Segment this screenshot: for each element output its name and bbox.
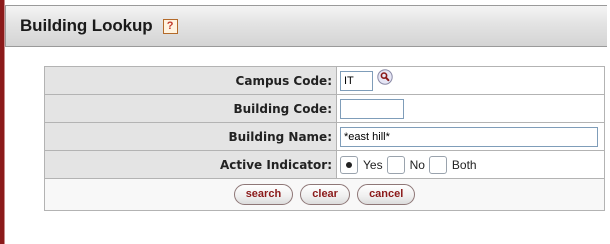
clear-button[interactable]: clear [300, 184, 350, 205]
active-indicator-label: Active Indicator: [44, 150, 337, 179]
page-title: Building Lookup [20, 16, 153, 35]
building-code-cell [336, 94, 605, 123]
lookup-form: Campus Code: IT Building Code: Building … [44, 66, 605, 211]
active-indicator-cell: Yes No Both [336, 150, 605, 179]
button-cell: search clear cancel [44, 178, 605, 211]
building-code-label: Building Code: [44, 94, 337, 123]
page-header: Building Lookup ? [5, 5, 607, 47]
cancel-button[interactable]: cancel [357, 184, 416, 205]
campus-code-cell: IT [336, 66, 605, 95]
button-row: search clear cancel [44, 178, 605, 211]
help-icon[interactable]: ? [162, 18, 178, 34]
magnifier-lookup-icon[interactable] [377, 69, 393, 85]
radio-yes-label[interactable]: Yes [363, 158, 383, 172]
campus-code-input[interactable]: IT [340, 70, 373, 91]
search-button[interactable]: search [233, 184, 294, 205]
active-indicator-row: Active Indicator: Yes No Both [44, 150, 605, 179]
building-name-row: Building Name: *east hill* [44, 122, 605, 151]
radio-both-label[interactable]: Both [452, 158, 477, 172]
building-name-input[interactable]: *east hill* [340, 126, 598, 147]
radio-no[interactable] [386, 156, 405, 175]
building-code-row: Building Code: [44, 94, 605, 123]
radio-yes[interactable] [340, 156, 358, 175]
building-name-label: Building Name: [44, 122, 337, 151]
radio-no-label[interactable]: No [410, 158, 425, 172]
building-code-input[interactable] [340, 98, 404, 119]
building-name-cell: *east hill* [336, 122, 605, 151]
active-indicator-options: Yes No Both [340, 156, 481, 175]
campus-code-label: Campus Code: [44, 66, 337, 95]
radio-both[interactable] [428, 156, 447, 175]
campus-code-row: Campus Code: IT [44, 66, 605, 95]
lookup-panel: Campus Code: IT Building Code: Building … [5, 47, 610, 244]
